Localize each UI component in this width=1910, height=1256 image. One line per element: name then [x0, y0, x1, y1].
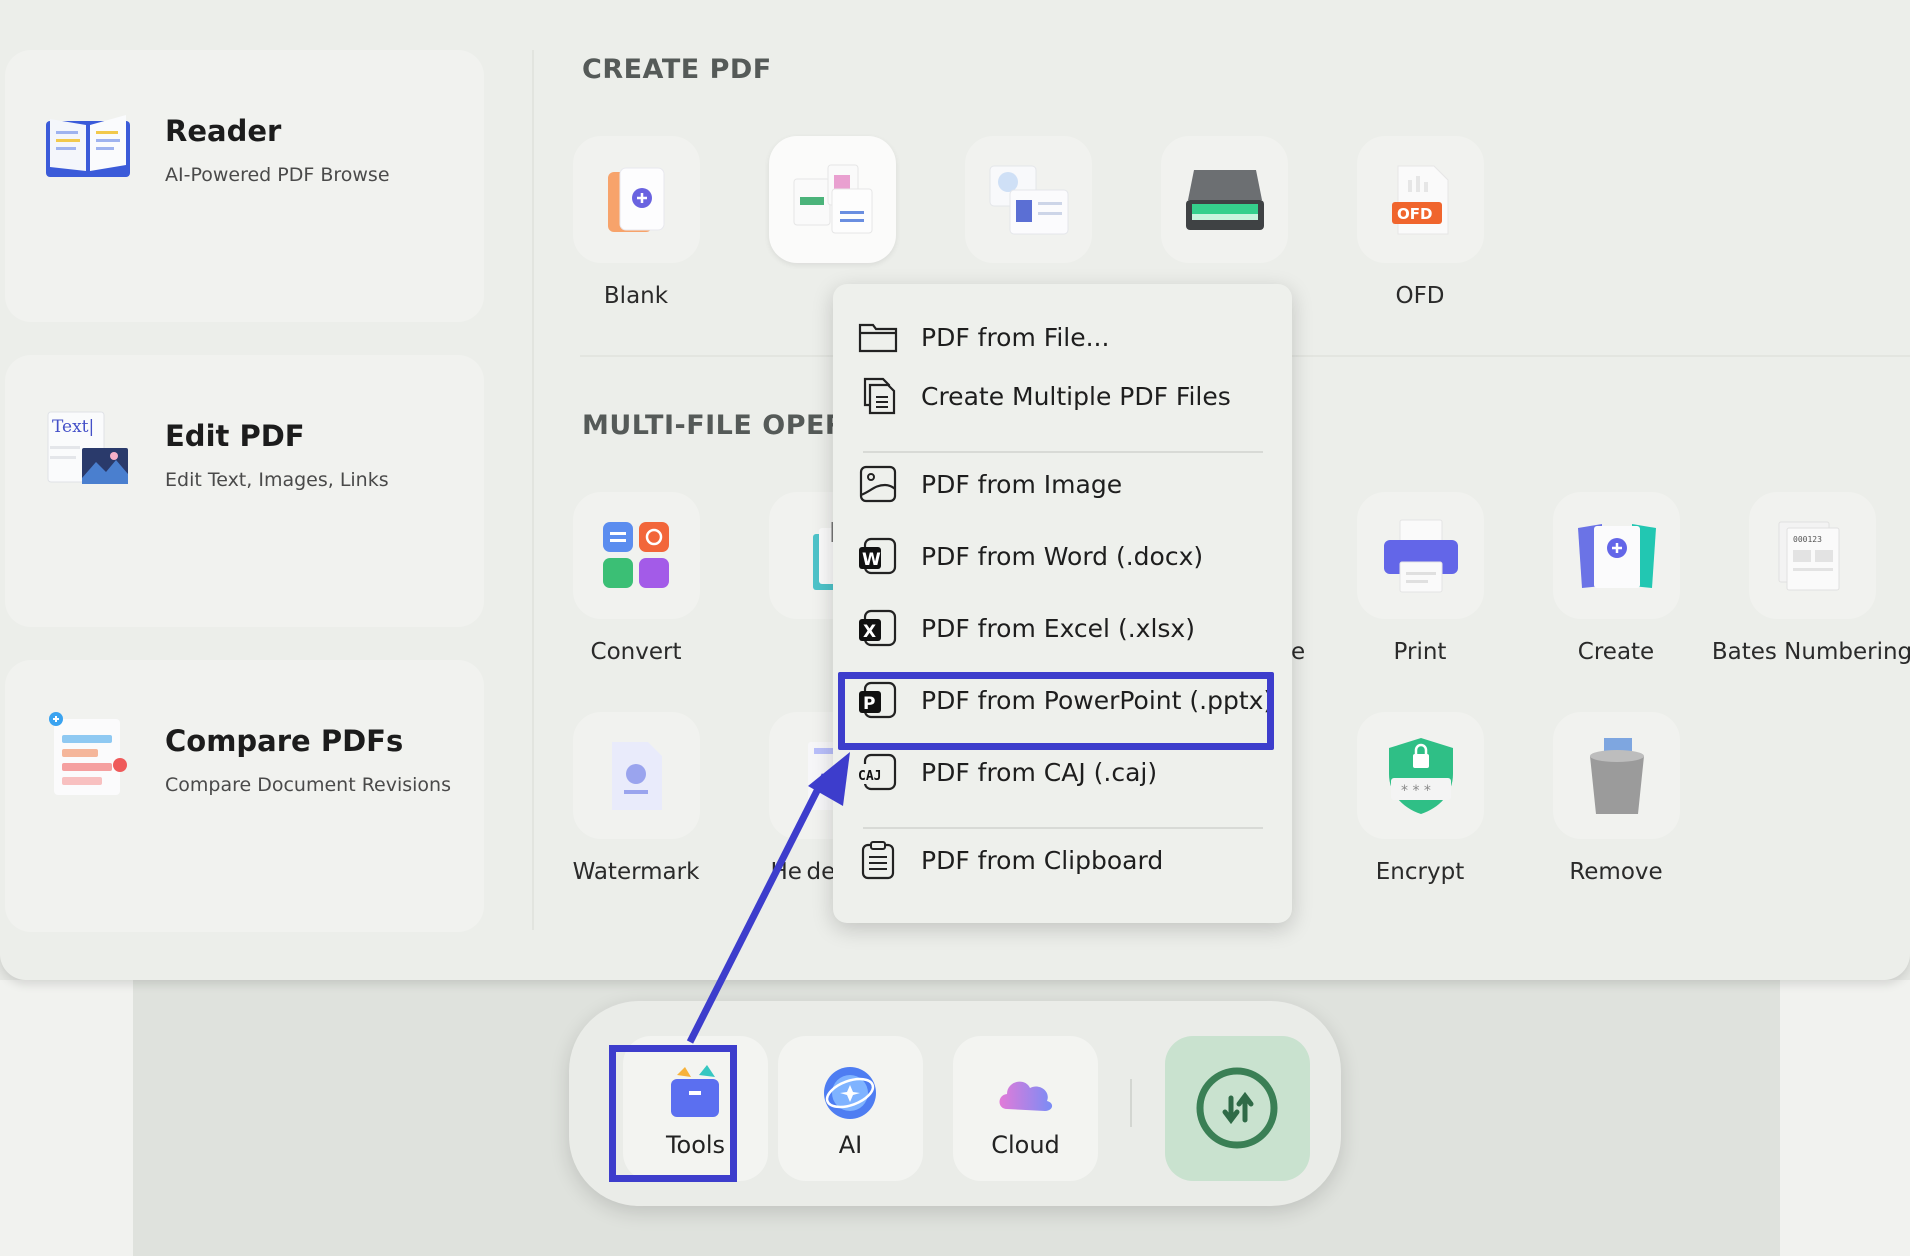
- menu-separator: [863, 451, 1263, 453]
- tool-print[interactable]: Print: [1322, 492, 1518, 672]
- ai-orb-icon: [824, 1067, 876, 1119]
- menu-pdf-from-clipboard[interactable]: PDF from Clipboard: [857, 832, 1267, 888]
- sync-arrows-icon: [1196, 1067, 1278, 1149]
- dock-cloud-button[interactable]: Cloud: [953, 1036, 1098, 1181]
- dock-sync-button[interactable]: [1165, 1036, 1310, 1181]
- background-left: [0, 980, 133, 1256]
- dock-separator: [1130, 1079, 1132, 1127]
- svg-text:* * *: * * *: [1401, 783, 1431, 799]
- edit-text-image-icon: Text|: [40, 400, 136, 496]
- image-tile[interactable]: [965, 136, 1092, 263]
- other-formats-tile[interactable]: [769, 136, 896, 263]
- menu-label-multiple: Create Multiple PDF Files: [921, 381, 1231, 411]
- watermark-tile[interactable]: [573, 712, 700, 839]
- folder-icon: [858, 323, 898, 353]
- reader-title: Reader: [165, 114, 282, 148]
- tool-encrypt[interactable]: * * * Encrypt: [1322, 712, 1518, 892]
- compare-document-icon: [40, 705, 136, 801]
- create-pdf-dropdown-menu: PDF from File... Create Multiple PDF Fil…: [833, 284, 1292, 923]
- dock-cloud-label: Cloud: [991, 1131, 1060, 1159]
- menu-pdf-from-caj[interactable]: CAJ PDF from CAJ (.caj): [857, 744, 1267, 800]
- create-pdf-icon: [1577, 523, 1656, 588]
- image-icon: [859, 465, 897, 503]
- menu-pdf-from-excel[interactable]: X PDF from Excel (.xlsx): [857, 600, 1267, 656]
- caj-icon: CAJ: [857, 753, 897, 791]
- scanner-icon: [1185, 169, 1264, 230]
- reader-book-icon: [40, 95, 136, 191]
- clipboard-icon: [861, 841, 895, 880]
- ofd-tile[interactable]: OFD: [1357, 136, 1484, 263]
- create-tile[interactable]: [1553, 492, 1680, 619]
- tool-remove[interactable]: Remove: [1518, 712, 1714, 892]
- compare-pdfs-subtitle: Compare Document Revisions: [165, 774, 452, 796]
- menu-create-multiple[interactable]: Create Multiple PDF Files: [857, 368, 1267, 424]
- menu-label-word: PDF from Word (.docx): [921, 541, 1204, 571]
- shield-lock-icon: * * *: [1388, 737, 1453, 814]
- other-formats-icon: [793, 164, 872, 233]
- bates-icon-text: 000123: [1793, 535, 1822, 544]
- menu-label-caj: PDF from CAJ (.caj): [921, 757, 1158, 787]
- bates-label: Bates Numbering: [1711, 639, 1910, 665]
- printer-icon: [1383, 519, 1458, 592]
- encrypt-tile[interactable]: * * *: [1357, 712, 1484, 839]
- reader-card[interactable]: Reader AI-Powered PDF Browse: [5, 50, 484, 322]
- menu-label-image: PDF from Image: [921, 469, 1123, 499]
- edit-pdf-card[interactable]: Text| Edit PDF Edit Text, Images, Links: [5, 355, 484, 627]
- convert-grid-icon: [602, 521, 669, 588]
- ofd-label: OFD: [1395, 283, 1445, 309]
- caj-icon-text: CAJ: [858, 769, 881, 784]
- menu-label-excel: PDF from Excel (.xlsx): [921, 613, 1195, 643]
- scanner-tile[interactable]: [1161, 136, 1288, 263]
- vertical-divider: [532, 50, 534, 930]
- tool-bates-numbering[interactable]: 000123 Bates Numbering: [1712, 492, 1910, 672]
- blank-tile[interactable]: [573, 136, 700, 263]
- tool-create[interactable]: Create: [1518, 492, 1714, 672]
- menu-pdf-from-word[interactable]: W PDF from Word (.docx): [857, 528, 1267, 584]
- tools-highlight-box: [609, 1045, 737, 1182]
- dock-ai-label: AI: [838, 1131, 863, 1159]
- word-icon-text: W: [862, 550, 881, 570]
- bates-pages-icon: 000123: [1778, 521, 1839, 590]
- edit-pdf-subtitle: Edit Text, Images, Links: [165, 469, 389, 491]
- menu-label-clipboard: PDF from Clipboard: [921, 845, 1164, 875]
- cloud-icon: [999, 1081, 1053, 1111]
- convert-tile[interactable]: [573, 492, 700, 619]
- word-icon: W: [859, 537, 897, 575]
- tool-ofd[interactable]: OFD OFD: [1322, 136, 1518, 316]
- multiple-files-icon: [863, 377, 896, 415]
- ofd-file-icon: OFD: [1391, 165, 1448, 234]
- trash-can-icon: [1589, 737, 1644, 814]
- remove-tile[interactable]: [1553, 712, 1680, 839]
- excel-icon-text: X: [863, 622, 876, 642]
- id-card-icon: [989, 165, 1068, 234]
- background-right: [1780, 980, 1910, 1256]
- compare-pdfs-title: Compare PDFs: [165, 724, 404, 758]
- menu-label-file: PDF from File...: [921, 322, 1110, 352]
- create-pdf-heading: CREATE PDF: [582, 54, 772, 85]
- print-tile[interactable]: [1357, 492, 1484, 619]
- compare-pdfs-card[interactable]: Compare PDFs Compare Document Revisions: [5, 660, 484, 932]
- remove-label: Remove: [1569, 859, 1663, 885]
- ofd-icon-text: OFD: [1397, 205, 1432, 223]
- menu-pdf-from-file[interactable]: PDF from File...: [857, 309, 1267, 365]
- dock-ai-button[interactable]: AI: [778, 1036, 923, 1181]
- powerpoint-highlight-box: [838, 672, 1274, 750]
- menu-pdf-from-image[interactable]: PDF from Image: [857, 456, 1267, 512]
- reader-subtitle: AI-Powered PDF Browse: [165, 164, 390, 186]
- watermark-icon: [611, 741, 662, 810]
- blank-page-icon: [607, 167, 664, 232]
- menu-separator-2: [863, 827, 1263, 829]
- excel-icon: X: [859, 609, 897, 647]
- bates-tile[interactable]: 000123: [1749, 492, 1876, 619]
- edit-icon-text: Text|: [52, 417, 94, 437]
- edit-pdf-title: Edit PDF: [165, 419, 305, 453]
